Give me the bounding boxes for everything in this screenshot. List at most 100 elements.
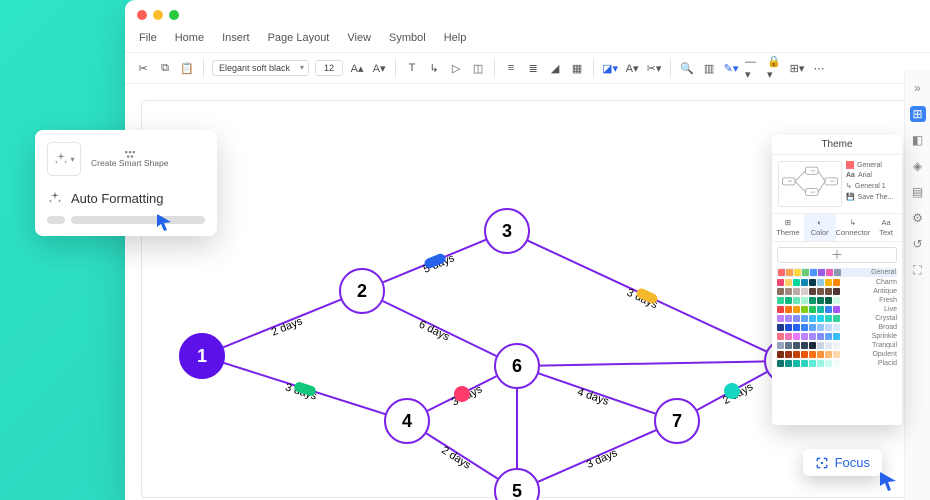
palette-tranquil[interactable]: Tranquil [777, 342, 897, 349]
theme-icon[interactable]: ⊞ [910, 106, 926, 122]
menu-symbol[interactable]: Symbol [389, 32, 426, 44]
focus-button[interactable]: Focus [803, 449, 882, 476]
layers-panel-icon[interactable]: ◈ [910, 158, 926, 174]
increase-font-icon[interactable]: A▴ [349, 60, 365, 76]
palette-fresh[interactable]: Fresh [777, 297, 897, 304]
font-family-value: Elegant soft black [219, 63, 290, 73]
tab-text[interactable]: AaText [870, 214, 902, 241]
palette-placid[interactable]: Placid [777, 360, 897, 367]
page-icon[interactable]: ▤ [910, 184, 926, 200]
font-family-select[interactable]: Elegant soft black [212, 60, 309, 76]
theme-preview[interactable]: text text text text [778, 161, 842, 207]
lock-icon[interactable]: 🔒▾ [767, 60, 783, 76]
slider-stub [47, 216, 65, 224]
palette-general[interactable]: General [777, 268, 897, 277]
menubar: File Home Insert Page Layout View Symbol… [125, 30, 930, 52]
palette-sprinkle[interactable]: Sprinkle [777, 333, 897, 340]
palette-name: Broad [878, 324, 897, 331]
focus-icon [815, 456, 829, 470]
paste-icon[interactable]: 📋 [179, 60, 195, 76]
copy-icon[interactable]: ⧉ [157, 60, 173, 76]
minimize-window-button[interactable] [153, 10, 163, 20]
node-7[interactable]: 7 [654, 398, 700, 444]
pencil-icon[interactable]: ✎▾ [723, 60, 739, 76]
connector-icon[interactable]: ↳ [426, 60, 442, 76]
edge-marker[interactable] [454, 386, 470, 402]
expand-icon[interactable]: » [910, 80, 926, 96]
line-dropdown-icon[interactable]: —▾ [745, 60, 761, 76]
theme-tabs: ⊞Theme ◐Color ↳Connector AaText [772, 213, 902, 242]
crop-icon[interactable]: ✂▾ [646, 60, 662, 76]
cut-icon[interactable]: ✂ [135, 60, 151, 76]
grid-icon[interactable]: ⊞▾ [789, 60, 805, 76]
menu-help[interactable]: Help [444, 32, 467, 44]
format-slider[interactable] [47, 216, 205, 224]
add-palette-button[interactable]: ＋ [777, 247, 897, 263]
auto-formatting-label: Auto Formatting [71, 191, 164, 206]
chevron-down-icon: ▾ [70, 155, 74, 164]
tab-color[interactable]: ◐Color [804, 214, 836, 241]
toolbar: ✂ ⧉ 📋 Elegant soft black 12 A▴ A▾ T ↳ ▷ … [125, 52, 930, 84]
theme-panel: Theme text text text text General AaAria… [772, 135, 902, 425]
shape-icon[interactable]: ◫ [470, 60, 486, 76]
cursor-icon [878, 470, 900, 492]
align-left-icon[interactable]: ≡ [503, 60, 519, 76]
menu-home[interactable]: Home [175, 32, 204, 44]
tab-connector[interactable]: ↳Connector [836, 214, 871, 241]
settings-icon[interactable]: ⚙ [910, 210, 926, 226]
traffic-lights [125, 0, 930, 30]
layers-icon[interactable]: ▥ [701, 60, 717, 76]
theme-item-arial[interactable]: AaArial [846, 172, 896, 179]
menu-view[interactable]: View [347, 32, 371, 44]
svg-text:text: text [811, 169, 816, 173]
search-icon[interactable]: 🔍 [679, 60, 695, 76]
fullscreen-icon[interactable]: ⛶ [910, 262, 926, 278]
cursor-icon [155, 212, 175, 232]
focus-label: Focus [835, 455, 870, 470]
layout-icon[interactable]: ◧ [910, 132, 926, 148]
table-icon[interactable]: ▦ [569, 60, 585, 76]
zoom-window-button[interactable] [169, 10, 179, 20]
palette-name: Placid [878, 360, 897, 367]
edge-marker[interactable] [724, 383, 740, 399]
svg-text:text: text [811, 190, 816, 194]
align-center-icon[interactable]: ≣ [525, 60, 541, 76]
fill-color-icon[interactable]: ◪▾ [602, 60, 618, 76]
create-smart-shape-button[interactable]: Create Smart Shape [91, 149, 168, 168]
pointer-icon[interactable]: ▷ [448, 60, 464, 76]
menu-file[interactable]: File [139, 32, 157, 44]
more-icon[interactable]: ⋯ [811, 60, 827, 76]
palette-name: Sprinkle [872, 333, 897, 340]
sparkle-icon [53, 151, 69, 167]
chart-icon[interactable]: ◢ [547, 60, 563, 76]
menu-insert[interactable]: Insert [222, 32, 250, 44]
menu-page-layout[interactable]: Page Layout [268, 32, 330, 44]
palette-charm[interactable]: Charm [777, 279, 897, 286]
tab-theme[interactable]: ⊞Theme [772, 214, 804, 241]
theme-item-general[interactable]: General [846, 161, 896, 169]
sparkle-button[interactable]: ▾ [47, 142, 81, 176]
font-size-select[interactable]: 12 [315, 60, 343, 76]
palette-list[interactable]: General Charm Antique Fresh Live Crystal Broad… [772, 268, 902, 425]
palette-broad[interactable]: Broad [777, 324, 897, 331]
text-tool-icon[interactable]: T [404, 60, 420, 76]
history-icon[interactable]: ↺ [910, 236, 926, 252]
font-color-icon[interactable]: A▾ [624, 60, 640, 76]
palette-antique[interactable]: Antique [777, 288, 897, 295]
palette-crystal[interactable]: Crystal [777, 315, 897, 322]
palette-name: Opulent [872, 351, 897, 358]
node-1[interactable]: 1 [179, 333, 225, 379]
palette-live[interactable]: Live [777, 306, 897, 313]
palette-opulent[interactable]: Opulent [777, 351, 897, 358]
theme-item-save[interactable]: 💾Save The... [846, 193, 896, 201]
font-size-value: 12 [324, 63, 334, 73]
node-6[interactable]: 6 [494, 343, 540, 389]
node-4[interactable]: 4 [384, 398, 430, 444]
theme-item-general1[interactable]: ↳General 1 [846, 182, 896, 190]
palette-name: General [871, 269, 896, 276]
node-3[interactable]: 3 [484, 208, 530, 254]
node-2[interactable]: 2 [339, 268, 385, 314]
close-window-button[interactable] [137, 10, 147, 20]
auto-formatting-button[interactable]: Auto Formatting [47, 190, 205, 206]
decrease-font-icon[interactable]: A▾ [371, 60, 387, 76]
